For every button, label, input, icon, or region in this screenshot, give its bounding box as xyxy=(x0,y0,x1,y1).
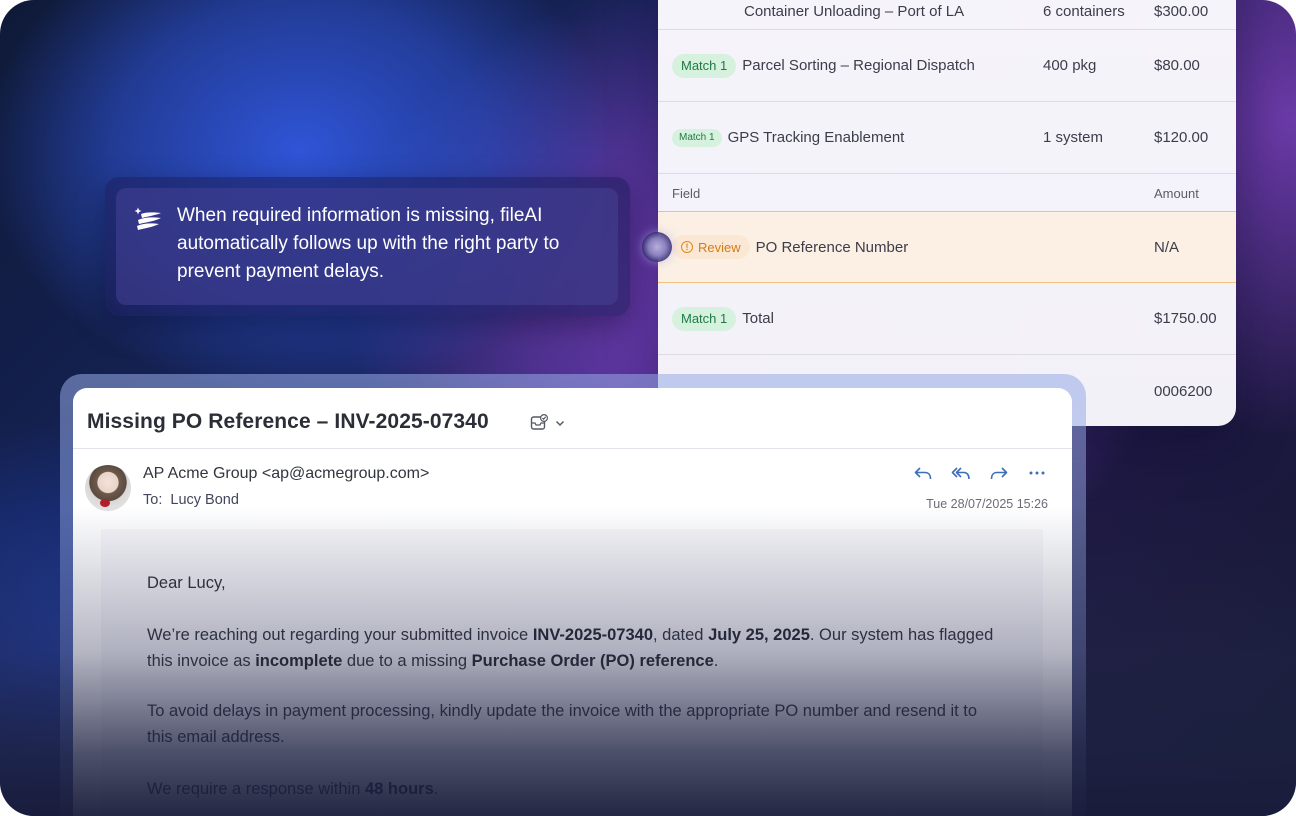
field-amount: 0006200 xyxy=(1154,382,1213,400)
avatar-detail xyxy=(100,499,110,507)
email-actions xyxy=(913,465,1047,481)
item-amount: $80.00 xyxy=(1154,57,1200,74)
text-run: . xyxy=(713,652,719,670)
invoice-match-card: Container Unloading – Port of LA 6 conta… xyxy=(658,0,1236,426)
match-badge: Match 1 xyxy=(672,128,722,147)
to-name[interactable]: Lucy Bond xyxy=(170,492,239,508)
more-icon[interactable] xyxy=(1027,465,1047,481)
field-name: Total xyxy=(742,310,774,327)
recipient: To: Lucy Bond xyxy=(143,492,239,508)
sparkle-layers-icon xyxy=(134,207,161,230)
email-subject: Missing PO Reference – INV-2025-07340 xyxy=(87,410,489,433)
warning-circle-icon: ! xyxy=(681,241,693,253)
info-callout: When required information is missing, fi… xyxy=(105,177,630,316)
match-badge: Match 1 xyxy=(672,53,737,78)
table-row: Match 1 GPS Tracking Enablement 1 system… xyxy=(658,102,1236,174)
review-badge: ! Review xyxy=(672,235,750,259)
table-header: Field Amount xyxy=(658,174,1236,212)
tag-check-icon[interactable] xyxy=(530,414,548,432)
email-body: Dear Lucy, We’re reaching out regarding … xyxy=(101,529,1043,816)
chevron-down-icon[interactable] xyxy=(554,417,566,429)
to-label: To: xyxy=(143,492,163,508)
item-description: GPS Tracking Enablement xyxy=(727,129,905,146)
text-run: We require a response within xyxy=(147,780,365,798)
subject-icons xyxy=(530,414,566,432)
item-quantity: 400 pkg xyxy=(1043,57,1097,74)
column-header-amount: Amount xyxy=(1154,185,1199,201)
field-amount: N/A xyxy=(1154,238,1180,256)
item-quantity: 6 containers xyxy=(1043,3,1125,20)
callout-message: When required information is missing, fi… xyxy=(177,205,560,282)
text-run: . xyxy=(433,780,439,798)
connector-dot xyxy=(642,232,672,262)
avatar[interactable] xyxy=(85,465,131,511)
review-row[interactable]: ! Review PO Reference Number N/A xyxy=(658,211,1236,283)
background-stage: Container Unloading – Port of LA 6 conta… xyxy=(0,0,1296,816)
forward-icon[interactable] xyxy=(989,465,1009,481)
review-badge-label: Review xyxy=(698,239,741,255)
field-name: PO Reference Number xyxy=(755,238,909,256)
column-header-field: Field xyxy=(672,185,701,201)
invoice-date: July 25, 2025 xyxy=(708,626,810,644)
missing-field-emphasis: Purchase Order (PO) reference xyxy=(471,652,714,670)
text-run: , dated xyxy=(653,626,709,644)
email-paragraph: To avoid delays in payment processing, k… xyxy=(147,702,978,746)
item-description: Container Unloading – Port of LA xyxy=(744,3,965,20)
item-quantity: 1 system xyxy=(1043,129,1104,146)
status-emphasis: incomplete xyxy=(255,652,343,670)
invoice-number: INV-2025-07340 xyxy=(532,626,654,644)
field-amount: $1750.00 xyxy=(1154,310,1217,327)
item-description: Parcel Sorting – Regional Dispatch xyxy=(742,57,975,74)
text-run: We’re reaching out regarding your submit… xyxy=(147,626,533,644)
match-badge: Match 1 xyxy=(672,306,737,331)
item-amount: $120.00 xyxy=(1154,129,1209,146)
email-date: Tue 28/07/2025 15:26 xyxy=(926,497,1048,511)
total-row: Match 1 Total $1750.00 xyxy=(658,283,1236,355)
email-header: AP Acme Group <ap@acmegroup.com> To: Luc… xyxy=(73,449,1072,529)
reply-all-icon[interactable] xyxy=(951,465,971,481)
text-run: due to a missing xyxy=(342,652,472,670)
info-callout-inner: When required information is missing, fi… xyxy=(116,188,618,305)
email-paragraph: We require a response within 48 hours. xyxy=(147,776,1007,802)
sender: AP Acme Group <ap@acmegroup.com> xyxy=(143,465,430,482)
item-amount: $300.00 xyxy=(1154,3,1209,20)
reply-icon[interactable] xyxy=(913,465,933,481)
deadline-emphasis: 48 hours xyxy=(364,780,434,798)
table-row: Container Unloading – Port of LA 6 conta… xyxy=(658,0,1236,30)
table-row: Match 1 Parcel Sorting – Regional Dispat… xyxy=(658,30,1236,102)
email-paragraph: We’re reaching out regarding your submit… xyxy=(147,622,1007,674)
email-greeting: Dear Lucy, xyxy=(147,574,226,592)
email-window: Missing PO Reference – INV-2025-07340 AP… xyxy=(73,388,1072,816)
